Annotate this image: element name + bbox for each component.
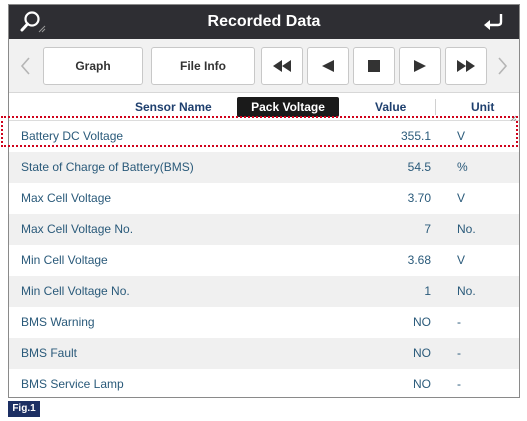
sensor-unit: -	[457, 377, 461, 391]
sensor-value: NO	[413, 377, 431, 391]
sensor-value: 54.5	[407, 160, 431, 174]
resize-grip-icon	[509, 110, 517, 123]
column-sensor-name[interactable]: Sensor Name	[135, 93, 212, 121]
sensor-name: Max Cell Voltage	[21, 191, 112, 205]
table-header: Sensor Name Pack Voltage Value Unit	[9, 93, 519, 123]
table-row[interactable]: Max Cell Voltage No. 7 No.	[9, 214, 519, 245]
toolbar: Graph File Info	[9, 39, 519, 93]
table-row[interactable]: Min Cell Voltage No. 1 No.	[9, 276, 519, 307]
sensor-name: Max Cell Voltage No.	[21, 222, 134, 236]
sensor-name: BMS Warning	[21, 315, 95, 329]
table-row[interactable]: BMS Service Lamp NO -	[9, 369, 519, 397]
fast-forward-icon	[457, 60, 475, 72]
table-row[interactable]: BMS Fault NO -	[9, 338, 519, 369]
fast-forward-button[interactable]	[445, 47, 487, 85]
return-arrow-icon	[484, 14, 503, 30]
graph-button[interactable]: Graph	[43, 47, 143, 85]
table-row[interactable]: Min Cell Voltage 3.68 V	[9, 245, 519, 276]
sensor-unit: -	[457, 315, 461, 329]
sensor-name: Min Cell Voltage No.	[21, 284, 130, 298]
step-back-button[interactable]	[307, 47, 349, 85]
stop-button[interactable]	[353, 47, 395, 85]
column-value[interactable]: Value	[375, 93, 406, 121]
column-unit[interactable]: Unit	[471, 93, 494, 121]
sensor-value: 3.70	[407, 191, 431, 205]
sensor-name: State of Charge of Battery(BMS)	[21, 160, 194, 174]
sensor-unit: V	[457, 191, 466, 205]
column-divider	[435, 99, 436, 115]
sensor-unit: No.	[457, 284, 476, 298]
play-button[interactable]	[399, 47, 441, 85]
sensor-value: NO	[413, 315, 431, 329]
sensor-unit: V	[457, 129, 466, 143]
sensor-value: 355.1	[400, 129, 431, 143]
sensor-name: Min Cell Voltage	[21, 253, 108, 267]
page-title: Recorded Data	[207, 13, 321, 30]
title-bar: Recorded Data	[9, 5, 519, 39]
scroll-right-button[interactable]	[493, 53, 511, 79]
sensor-unit: V	[457, 253, 466, 267]
back-button[interactable]	[481, 10, 507, 34]
play-reverse-icon	[322, 60, 334, 72]
chevron-left-icon	[20, 57, 30, 75]
sensor-value: 3.68	[407, 253, 431, 267]
table-row[interactable]: BMS Warning NO -	[9, 307, 519, 338]
stop-icon	[368, 60, 380, 72]
sensor-unit: -	[457, 346, 461, 360]
figure-label-badge: Fig.1	[8, 401, 40, 417]
sensor-name: BMS Fault	[21, 346, 78, 360]
sensor-value: NO	[413, 346, 431, 360]
sensor-name: Battery DC Voltage	[21, 129, 124, 143]
sensor-name: BMS Service Lamp	[21, 377, 124, 391]
table-row[interactable]: Battery DC Voltage 355.1 V	[9, 121, 519, 152]
rewind-button[interactable]	[261, 47, 303, 85]
recorded-data-window: Recorded Data Graph File Info Sensor Nam…	[8, 4, 520, 398]
file-info-button[interactable]: File Info	[151, 47, 255, 85]
sensor-value: 1	[424, 284, 431, 298]
rewind-icon	[273, 60, 291, 72]
table-row[interactable]: Max Cell Voltage 3.70 V	[9, 183, 519, 214]
sensor-unit: %	[457, 160, 468, 174]
chevron-right-icon	[498, 57, 508, 75]
sensor-data-list: Battery DC Voltage 355.1 V State of Char…	[9, 121, 519, 397]
table-row[interactable]: State of Charge of Battery(BMS) 54.5 %	[9, 152, 519, 183]
scroll-left-button[interactable]	[17, 53, 35, 79]
sensor-value: 7	[424, 222, 431, 236]
pack-voltage-group-tab[interactable]: Pack Voltage	[237, 97, 339, 117]
play-icon	[414, 60, 426, 72]
sensor-unit: No.	[457, 222, 476, 236]
